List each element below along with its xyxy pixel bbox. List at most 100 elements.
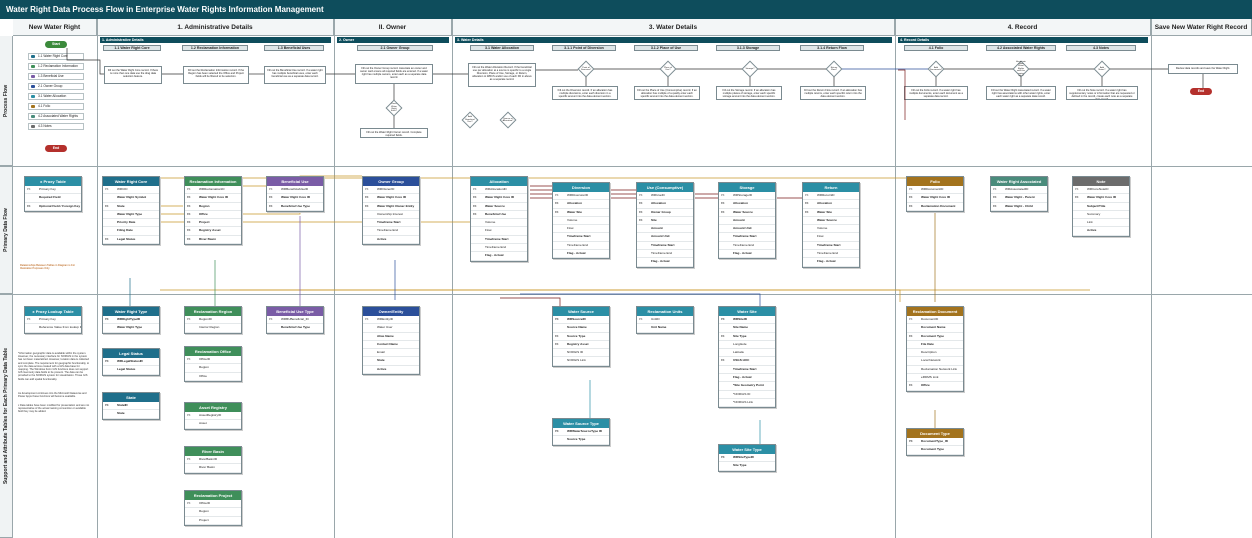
field-name: WRAssociatedID — [1005, 187, 1029, 191]
table-row: FK Water Right Core ID — [1073, 194, 1129, 203]
table-row: Flag - Actual — [803, 258, 859, 267]
field-name: Flag - Actual — [485, 253, 504, 258]
table-row: Timeframe Start — [803, 242, 859, 251]
field-name: Timeframe End — [651, 251, 673, 256]
table-row: Timeframe End — [363, 227, 419, 236]
key-marker: PK — [105, 360, 109, 363]
field-name: State — [377, 358, 385, 363]
table-row: PK WRBeneficialUseID — [267, 186, 323, 195]
table-row: State — [103, 410, 159, 419]
field-name: Site Type — [733, 333, 747, 338]
field-name: Water Site — [567, 209, 583, 214]
table-folio: Folio PK WRDocumentID FK Water Right Core ID… — [906, 176, 964, 212]
field-name: Reclamation Network Link — [921, 366, 957, 371]
table-row: PK DocumentID — [907, 316, 963, 325]
key-marker: PK — [909, 188, 913, 191]
field-name: Amount — [733, 217, 745, 222]
field-name: WRUseID — [651, 193, 665, 197]
table-row: PK WRWaterSourceType ID — [553, 428, 609, 437]
table-row: NORGIS Link — [553, 357, 609, 366]
table-row: FK River Basin — [185, 236, 241, 245]
table-diversion: Diversion PK WRDiversionID FK Allocation FK Wa… — [552, 182, 610, 260]
field-name: Source Type — [567, 437, 586, 442]
field-name: Document Type — [921, 333, 944, 338]
field-name: Priority Date — [117, 220, 136, 225]
table-row: Amount Unit — [637, 233, 693, 242]
support-table-wsitetype: Water Site Type PK WRSiteTypeID Site Type — [718, 444, 776, 472]
table-assocwr: Water Right Associated PK WRAssociatedID FK… — [990, 176, 1048, 212]
table-return: Return PK WRReturnID FK Allocation FK Water Si… — [802, 182, 860, 268]
field-name: Document Type — [921, 447, 944, 452]
field-name: WRReturnID — [817, 193, 835, 197]
table-row: Timeframe Start — [553, 233, 609, 242]
key-marker: PK — [555, 194, 559, 197]
field-name: Reference Value from lookup Foreign Key — [39, 325, 81, 330]
table-row: Contact Name — [363, 341, 419, 350]
table-row: FK Beneficial Use Type — [267, 203, 323, 211]
table-row: *NORGIS ID — [719, 391, 775, 399]
key-marker: FK — [909, 204, 913, 208]
table-row: Timeframe End — [471, 244, 527, 253]
field-name: Timeframe Start — [651, 242, 675, 247]
key-marker: PK — [27, 318, 31, 321]
support-table-office: Reclamation Office PK OfficeID Region Office — [184, 346, 242, 382]
table-note: Note PK WRCoreNoteID FK Water Right Core ID S… — [1072, 176, 1130, 237]
table-row: Flow — [471, 227, 527, 236]
field-name: Water Right Core ID — [921, 195, 951, 200]
field-name: Site Type — [733, 463, 747, 468]
field-name: OfficeID — [199, 357, 211, 361]
field-name: WRDiversionID — [567, 193, 589, 197]
table-header: Water Source — [553, 307, 609, 316]
field-name: Water Right Symbol — [117, 195, 147, 200]
table-header: Water Site — [719, 307, 775, 316]
table-row: Timeframe End — [637, 250, 693, 259]
key-marker: PK — [365, 188, 369, 191]
field-name: State — [117, 411, 125, 416]
table-header: Use (Consumptive) — [637, 183, 693, 192]
table-header: x Proxy Table — [25, 177, 81, 186]
field-name: Active — [377, 366, 387, 371]
table-row: Active — [363, 366, 419, 375]
table-row: File Date — [907, 341, 963, 350]
table-row: FK Water Right Core ID — [363, 194, 419, 203]
field-name: Flow — [817, 234, 824, 239]
table-row: PK WRCoreNoteID — [1073, 186, 1129, 195]
key-marker: FK — [105, 204, 109, 208]
key-marker: FK — [639, 202, 643, 206]
field-name: Legal Status — [117, 236, 136, 241]
field-name: Flow — [485, 228, 492, 233]
table-row: FK Water Right Core ID — [471, 194, 527, 203]
table-row: FK Allocation — [637, 200, 693, 209]
field-name: Ownership Interest — [377, 211, 403, 216]
field-name: Allocation — [817, 201, 832, 206]
field-name: Registry Asset — [199, 228, 221, 233]
table-header: Allocation — [471, 177, 527, 186]
key-marker: FK — [555, 342, 559, 346]
field-name: Timeframe Start — [485, 236, 509, 241]
field-name: NORGIS Link — [567, 358, 586, 363]
table-storage: Storage PK WRStorageID FK Allocation FK Water … — [718, 182, 776, 260]
field-name: Office — [199, 211, 208, 216]
support-table-proxylookup: x Proxy Lookup Table PK Primary Key Referen… — [24, 306, 82, 334]
field-name: Email — [377, 350, 385, 355]
table-row: FK Water Right Core ID — [185, 194, 241, 203]
key-marker: PK — [187, 414, 191, 417]
relationship-note: Relationships Between Tables in Diagram … — [20, 264, 76, 270]
field-name: Alias Name — [377, 333, 394, 338]
field-name: Water Right Owner Entity — [377, 203, 415, 208]
field-name: Water Site — [817, 209, 833, 214]
table-row: Region — [185, 364, 241, 373]
key-marker: PK — [721, 194, 725, 197]
support-table-asset: Asset Registry PK AssetRegistryID Asset — [184, 402, 242, 430]
table-header: Folio — [907, 177, 963, 186]
field-name: Water Right Core ID — [485, 195, 515, 200]
table-row: FK Site — [637, 217, 693, 226]
field-name: WRLegalStatusID — [117, 359, 143, 363]
key-marker: FK — [721, 359, 725, 363]
field-name: Timeframe End — [567, 242, 589, 247]
table-header: Reclamation Document — [907, 307, 963, 316]
key-marker: PK — [1075, 188, 1079, 191]
field-name: WRAllocationID — [485, 187, 507, 191]
field-name: Required Field — [39, 195, 61, 200]
table-row: FK Allocation — [803, 200, 859, 209]
